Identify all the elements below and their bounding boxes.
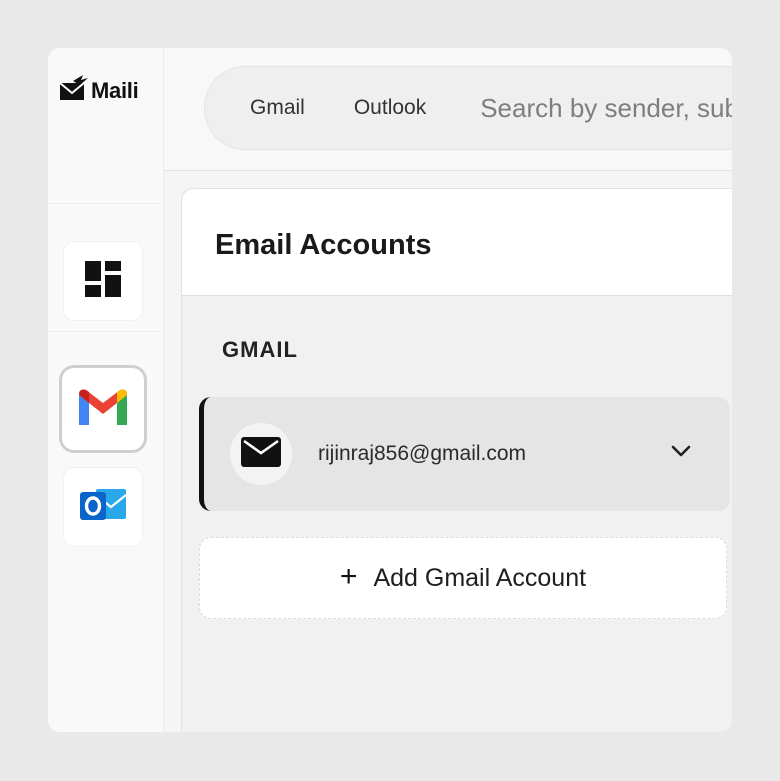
search-input[interactable] [478, 91, 732, 125]
chevron-down-icon[interactable] [670, 444, 692, 463]
account-email: rijinraj856@gmail.com [318, 442, 527, 465]
app-logo[interactable]: Maili [59, 73, 139, 108]
search-bar: Gmail Outlook [204, 66, 732, 150]
section-label-gmail: GMAIL [222, 337, 298, 362]
mail-icon [241, 436, 281, 472]
dashboard-icon [84, 260, 122, 303]
top-bar: Gmail Outlook [164, 48, 732, 171]
account-avatar [230, 423, 292, 485]
plus-icon: + [339, 559, 358, 593]
gmail-icon [77, 387, 129, 432]
rail-divider [48, 331, 163, 332]
side-rail: Maili [48, 48, 164, 732]
filter-tab-gmail[interactable]: Gmail [250, 96, 305, 120]
filter-tab-outlook[interactable]: Outlook [354, 96, 426, 120]
panel-header: Email Accounts [182, 189, 732, 296]
nav-dashboard-button[interactable] [64, 242, 142, 320]
account-row[interactable]: rijinraj856@gmail.com [199, 397, 730, 511]
rail-divider [48, 203, 163, 204]
envelope-bird-icon [59, 73, 89, 108]
nav-gmail-button[interactable] [62, 368, 144, 450]
page-title: Email Accounts [215, 228, 432, 261]
app-window: Maili Gmail Outlook Search by sender, su… [48, 48, 732, 732]
nav-outlook-button[interactable] [64, 468, 142, 546]
add-gmail-account-button[interactable]: + Add Gmail Account [199, 537, 727, 619]
add-account-label: Add Gmail Account [373, 563, 587, 592]
outlook-icon [78, 483, 128, 532]
email-accounts-panel: Email Accounts GMAIL rijinraj856@gmail.c… [181, 188, 732, 732]
app-name: Maili [91, 77, 139, 103]
